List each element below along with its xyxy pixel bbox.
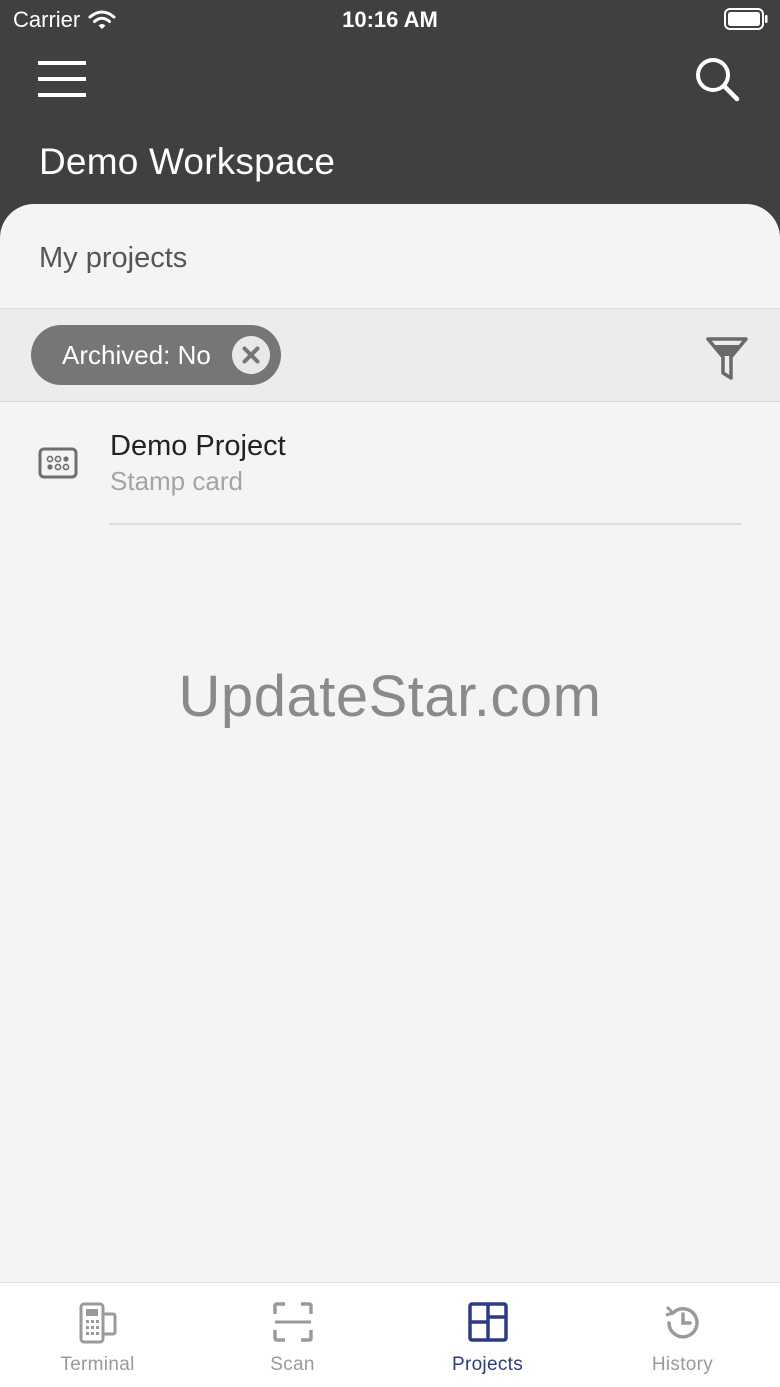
tab-label: Projects [451, 1354, 524, 1375]
stamp-card-icon [38, 447, 78, 479]
project-subtitle: Stamp card [110, 466, 243, 496]
tab-label: Scan [270, 1354, 315, 1375]
bottom-tab-bar: Terminal Scan Projects History [0, 1282, 780, 1387]
project-item[interactable]: Demo Project Stamp card [0, 402, 780, 525]
archived-filter-chip[interactable]: Archived: No [31, 325, 281, 385]
status-clock: 10:16 AM [342, 7, 438, 32]
terminal-icon [79, 1302, 116, 1344]
hamburger-menu-icon[interactable] [38, 58, 88, 100]
tab-projects[interactable]: Projects [390, 1283, 585, 1387]
search-icon[interactable] [694, 56, 740, 102]
tab-scan[interactable]: Scan [195, 1283, 390, 1387]
history-icon [665, 1305, 699, 1339]
projects-icon [467, 1302, 508, 1342]
workspace-title: Demo Workspace [39, 141, 336, 182]
close-icon[interactable] [232, 336, 270, 374]
funnel-icon[interactable] [706, 336, 748, 382]
section-title: My projects [0, 204, 780, 309]
status-bar: Carrier 10:16 AM [0, 0, 780, 40]
battery-icon [724, 8, 768, 30]
tab-label: Terminal [60, 1354, 135, 1375]
tab-terminal[interactable]: Terminal [0, 1283, 195, 1387]
project-title: Demo Project [110, 430, 286, 462]
list-divider [109, 523, 741, 525]
watermark: UpdateStar.com [178, 664, 602, 729]
projects-sheet: My projects Archived: No Demo Project St… [0, 204, 780, 1282]
tab-label: History [651, 1354, 714, 1375]
tab-history[interactable]: History [585, 1283, 780, 1387]
filter-bar: Archived: No [0, 309, 780, 402]
scan-icon [272, 1302, 313, 1342]
chip-label: Archived: No [62, 340, 211, 370]
